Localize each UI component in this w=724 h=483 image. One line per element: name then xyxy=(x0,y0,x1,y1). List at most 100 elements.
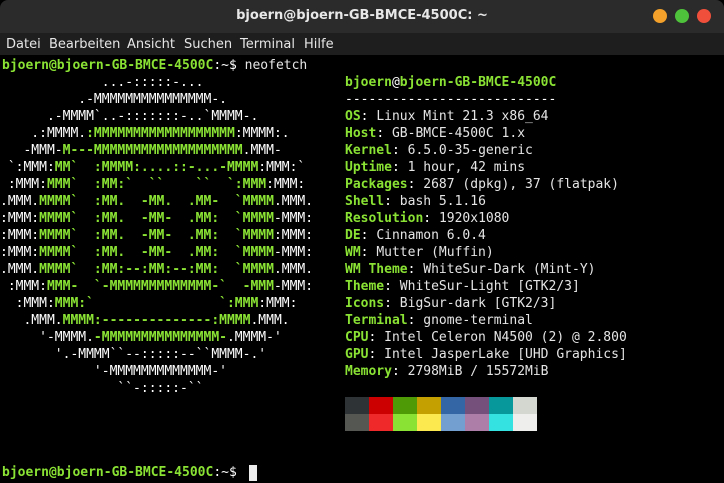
info-value: Cinnamon 6.0.4 xyxy=(376,228,486,243)
minimize-button[interactable] xyxy=(653,9,667,23)
text-cursor xyxy=(249,465,257,481)
info-key: Kernel xyxy=(345,143,392,158)
info-value: 1 hour, 42 mins xyxy=(407,160,526,175)
logo-segment: '-MMMM. xyxy=(0,330,94,345)
logo-segment: ``-:::::-`` xyxy=(0,381,204,396)
logo-line: -MMM-M---MMMMMMMMMMMMMMMMMMM.MMM- xyxy=(0,142,282,159)
info-row: OS: Linux Mint 21.3 x86_64 xyxy=(345,109,549,124)
color-swatch xyxy=(393,397,417,414)
logo-segment: .MMM. xyxy=(0,194,40,209)
logo-segment: MMM:` `:MMM xyxy=(54,296,259,311)
logo-segment: MM` :MMMM:....::-...-MMMM xyxy=(54,160,259,175)
color-swatch xyxy=(465,397,489,414)
info-key: Uptime xyxy=(345,160,392,175)
logo-segment: MMM- `-MMMMMMMMMMMMM-` -MMM xyxy=(46,279,274,294)
color-swatch xyxy=(489,414,513,431)
info-key: Host xyxy=(345,126,377,141)
logo-segment: :MMM: xyxy=(0,279,47,294)
logo-segment: :MMM:` xyxy=(258,160,306,175)
logo-segment: :MMM: xyxy=(0,211,40,226)
logo-segment: MMMM` :MM. -MM- .MM: `MMMM xyxy=(39,245,274,260)
info-row: CPU: Intel Celeron N4500 (2) @ 2.800 xyxy=(345,330,627,345)
logo-segment: M---MMMMMMMMMMMMMMMMMMM xyxy=(62,143,243,158)
info-value: GB-BMCE-4500C 1.x xyxy=(391,126,526,141)
logo-segment: .MMM. xyxy=(273,194,314,209)
menu-terminal[interactable]: Terminal xyxy=(240,37,295,52)
logo-line: .MMM.MMMM` :MM:--:MM:--:MM: `MMMM.MMM. xyxy=(0,261,313,278)
logo-line: .-MMMMMMMMMMMMMMM-. xyxy=(0,91,227,108)
info-key: Packages xyxy=(345,177,408,192)
info-value: 2798MiB / 15572MiB xyxy=(407,364,549,379)
logo-line: .:MMMM.:MMMMMMMMMMMMMMMMMM:MMMM:. xyxy=(0,125,290,142)
logo-segment: .MMM. xyxy=(250,313,290,328)
logo-line: :MMM:MMM:` `:MMM:MMM: xyxy=(0,295,298,312)
menu-bearbeiten[interactable]: Bearbeiten xyxy=(49,37,120,52)
logo-segment: -MMM: xyxy=(273,211,314,226)
logo-segment: .MMMM-' xyxy=(226,330,282,345)
menu-datei[interactable]: Datei xyxy=(6,37,41,52)
logo-segment: .MMM. xyxy=(0,262,40,277)
color-swatch xyxy=(465,414,489,431)
logo-line: ...-:::::-... xyxy=(0,74,204,91)
info-key: Memory xyxy=(345,364,392,379)
color-swatch xyxy=(513,397,537,414)
logo-segment: MMM` :MM:` `` `` `:MMM xyxy=(46,177,267,192)
logo-segment: '.-MMMM``--:::::--``MMMM-.' xyxy=(0,347,267,362)
logo-line: `:MMM:MM` :MMMM:....::-...-MMMM:MMM:` xyxy=(0,159,305,176)
logo-segment: :MMM: xyxy=(0,296,55,311)
color-swatch xyxy=(345,397,369,414)
logo-segment: .-MMMMMMMMMMMMMMM-. xyxy=(0,92,227,107)
prompt-line: bjoern@bjoern-GB-BMCE-4500C:~$ neofetch xyxy=(2,57,307,74)
info-row: WM: Mutter (Muffin) xyxy=(345,245,494,260)
logo-line: :MMM:MMMM` :MM. -MM- .MM: `MMMM-MMM: xyxy=(0,244,313,261)
info-value: BigSur-dark [GTK2/3] xyxy=(399,296,557,311)
info-key: Theme xyxy=(345,279,385,294)
info-key: CPU xyxy=(345,330,369,345)
maximize-button[interactable] xyxy=(675,9,689,23)
logo-segment: MMMM` :MM:--:MM:--:MM: `MMMM xyxy=(39,262,274,277)
menu-hilfe[interactable]: Hilfe xyxy=(304,37,334,52)
info-row: Icons: BigSur-dark [GTK2/3] xyxy=(345,296,557,311)
color-swatch xyxy=(369,414,393,431)
logo-line: '.-MMMM``--:::::--``MMMM-.' xyxy=(0,346,266,363)
logo-segment: '-MMMMMMMMMMMMM-' xyxy=(0,364,227,379)
info-key: Resolution xyxy=(345,211,424,226)
info-key: WM xyxy=(345,245,361,260)
logo-segment: MMMM:--------------:MMMM xyxy=(62,313,251,328)
logo-segment: :MMM: xyxy=(266,177,306,192)
logo-segment: `:MMM: xyxy=(0,160,55,175)
logo-line: :MMM:MMMM` :MM. -MM- .MM: `MMMM:MMM: xyxy=(0,227,313,244)
logo-line: .MMM.MMMM` :MM. -MM. .MM- `MMMM.MMM. xyxy=(0,193,313,210)
info-key: DE xyxy=(345,228,361,243)
logo-segment: .MMM- xyxy=(242,143,282,158)
info-at: @ xyxy=(391,75,400,90)
info-key: OS xyxy=(345,109,361,124)
logo-line: .MMM.MMMM:--------------:MMMM.MMM. xyxy=(0,312,290,329)
logo-segment: -MMM: xyxy=(273,279,314,294)
title-bar[interactable]: bjoern@bjoern-GB-BMCE-4500C: ~ xyxy=(0,0,724,33)
terminal-output[interactable]: bjoern@bjoern-GB-BMCE-4500C:~$ neofetch … xyxy=(0,55,724,483)
logo-segment: MMMM` :MM. -MM- .MM: `MMMM xyxy=(39,211,274,226)
menu-bar: Datei Bearbeiten Ansicht Suchen Terminal… xyxy=(0,33,724,55)
info-row: Packages: 2687 (dpkg), 37 (flatpak) xyxy=(345,177,619,192)
logo-segment: -MMM- xyxy=(0,143,63,158)
logo-segment: -MMMMMMMMMMMMMMM- xyxy=(93,330,227,345)
info-header: bjoern@bjoern-GB-BMCE-4500C xyxy=(345,74,556,91)
info-row: Resolution: 1920x1080 xyxy=(345,211,510,226)
info-value: bash 5.1.16 xyxy=(399,194,486,209)
logo-segment: :MMM: xyxy=(0,228,40,243)
logo-segment: :MMMM:. xyxy=(234,126,290,141)
prompt-path: :~$ xyxy=(213,465,237,480)
close-button[interactable] xyxy=(697,9,711,23)
info-row: Host: GB-BMCE-4500C 1.x xyxy=(345,126,526,141)
color-swatch xyxy=(417,414,441,431)
logo-segment: ...-:::::-... xyxy=(0,75,204,90)
logo-segment: :MMM: xyxy=(273,228,314,243)
info-row: Memory: 2798MiB / 15572MiB xyxy=(345,364,549,379)
logo-segment: :MMM: xyxy=(258,296,298,311)
menu-ansicht[interactable]: Ansicht xyxy=(127,37,175,52)
info-key: Icons xyxy=(345,296,385,311)
info-value: 1920x1080 xyxy=(438,211,510,226)
menu-suchen[interactable]: Suchen xyxy=(184,37,232,52)
color-swatch xyxy=(441,397,465,414)
